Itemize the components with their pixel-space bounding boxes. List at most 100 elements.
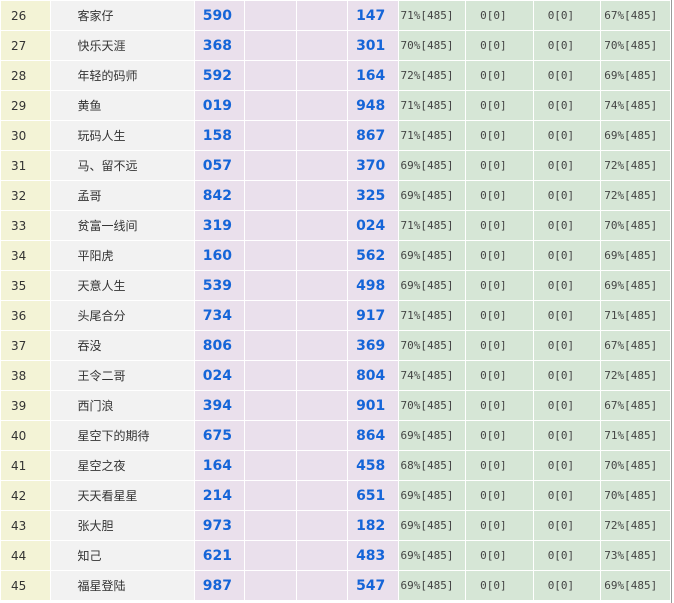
zero-1-cell: 0[0] <box>465 390 534 421</box>
number-2-cell[interactable]: 547 <box>347 570 399 601</box>
percent-2-cell: 70%[485] <box>600 30 671 61</box>
table-row: 29 黄鱼 019 948 71%[485] 0[0] 0[0] 74%[485… <box>0 90 671 121</box>
zero-1-cell: 0[0] <box>465 570 534 601</box>
empty-cell <box>244 570 297 601</box>
empty-cell <box>295 60 349 91</box>
number-1-cell[interactable]: 592 <box>193 60 246 91</box>
number-1-cell[interactable]: 019 <box>193 90 246 121</box>
name-cell: 玩码人生 <box>50 120 195 151</box>
number-2-cell[interactable]: 024 <box>347 210 399 241</box>
number-1-cell[interactable]: 394 <box>193 390 246 421</box>
empty-cell <box>295 210 349 241</box>
zero-2-cell: 0[0] <box>532 210 602 241</box>
number-2-cell[interactable]: 804 <box>347 360 399 391</box>
number-2-cell[interactable]: 948 <box>347 90 399 121</box>
number-1-cell[interactable]: 806 <box>193 330 246 361</box>
number-1-cell[interactable]: 158 <box>193 120 246 151</box>
number-2-cell[interactable]: 917 <box>347 300 399 331</box>
zero-2-cell: 0[0] <box>532 360 602 391</box>
number-1-cell[interactable]: 368 <box>193 30 246 61</box>
number-1-cell[interactable]: 164 <box>193 450 246 481</box>
number-1-cell[interactable]: 057 <box>193 150 246 181</box>
percent-1-cell: 71%[485] <box>397 300 467 331</box>
rank-cell: 27 <box>0 30 52 61</box>
name-cell: 马、留不远 <box>50 150 195 181</box>
empty-cell <box>244 300 297 331</box>
zero-1-cell: 0[0] <box>465 360 534 391</box>
percent-1-cell: 70%[485] <box>397 330 467 361</box>
number-1-cell[interactable]: 160 <box>193 240 246 271</box>
number-2-cell[interactable]: 867 <box>347 120 399 151</box>
zero-1-cell: 0[0] <box>465 150 534 181</box>
percent-1-cell: 69%[485] <box>397 180 467 211</box>
number-1-cell[interactable]: 675 <box>193 420 246 451</box>
number-2-cell[interactable]: 325 <box>347 180 399 211</box>
number-1-cell[interactable]: 539 <box>193 270 246 301</box>
percent-1-cell: 69%[485] <box>397 480 467 511</box>
name-cell: 天意人生 <box>50 270 195 301</box>
zero-1-cell: 0[0] <box>465 270 534 301</box>
percent-2-cell: 70%[485] <box>600 210 671 241</box>
table-row: 30 玩码人生 158 867 71%[485] 0[0] 0[0] 69%[4… <box>0 120 671 151</box>
number-2-cell[interactable]: 458 <box>347 450 399 481</box>
table-row: 27 快乐天涯 368 301 70%[485] 0[0] 0[0] 70%[4… <box>0 30 671 61</box>
zero-2-cell: 0[0] <box>532 30 602 61</box>
empty-cell <box>295 480 349 511</box>
name-cell: 快乐天涯 <box>50 30 195 61</box>
number-2-cell[interactable]: 483 <box>347 540 399 571</box>
percent-1-cell: 71%[485] <box>397 90 467 121</box>
number-1-cell[interactable]: 734 <box>193 300 246 331</box>
zero-1-cell: 0[0] <box>465 240 534 271</box>
empty-cell <box>295 150 349 181</box>
zero-1-cell: 0[0] <box>465 30 534 61</box>
zero-2-cell: 0[0] <box>532 420 602 451</box>
empty-cell <box>244 120 297 151</box>
percent-2-cell: 72%[485] <box>600 510 671 541</box>
zero-2-cell: 0[0] <box>532 480 602 511</box>
number-2-cell[interactable]: 164 <box>347 60 399 91</box>
name-cell: 平阳虎 <box>50 240 195 271</box>
percent-1-cell: 70%[485] <box>397 30 467 61</box>
empty-cell <box>244 360 297 391</box>
number-1-cell[interactable]: 214 <box>193 480 246 511</box>
number-2-cell[interactable]: 369 <box>347 330 399 361</box>
number-2-cell[interactable]: 182 <box>347 510 399 541</box>
percent-1-cell: 74%[485] <box>397 360 467 391</box>
percent-2-cell: 69%[485] <box>600 120 671 151</box>
empty-cell <box>295 180 349 211</box>
percent-2-cell: 70%[485] <box>600 450 671 481</box>
number-1-cell[interactable]: 621 <box>193 540 246 571</box>
percent-2-cell: 69%[485] <box>600 570 671 601</box>
number-2-cell[interactable]: 498 <box>347 270 399 301</box>
zero-1-cell: 0[0] <box>465 0 534 31</box>
number-2-cell[interactable]: 901 <box>347 390 399 421</box>
percent-2-cell: 73%[485] <box>600 540 671 571</box>
empty-cell <box>295 30 349 61</box>
percent-1-cell: 69%[485] <box>397 420 467 451</box>
number-2-cell[interactable]: 864 <box>347 420 399 451</box>
name-cell: 王令二哥 <box>50 360 195 391</box>
number-1-cell[interactable]: 973 <box>193 510 246 541</box>
number-2-cell[interactable]: 301 <box>347 30 399 61</box>
empty-cell <box>295 0 349 31</box>
number-1-cell[interactable]: 987 <box>193 570 246 601</box>
table-row: 26 客家仔 590 147 71%[485] 0[0] 0[0] 67%[48… <box>0 0 671 31</box>
name-cell: 星空下的期待 <box>50 420 195 451</box>
number-2-cell[interactable]: 651 <box>347 480 399 511</box>
number-1-cell[interactable]: 842 <box>193 180 246 211</box>
empty-cell <box>244 180 297 211</box>
table-row: 36 头尾合分 734 917 71%[485] 0[0] 0[0] 71%[4… <box>0 300 671 331</box>
number-1-cell[interactable]: 319 <box>193 210 246 241</box>
empty-cell <box>244 150 297 181</box>
number-1-cell[interactable]: 024 <box>193 360 246 391</box>
zero-2-cell: 0[0] <box>532 300 602 331</box>
zero-2-cell: 0[0] <box>532 180 602 211</box>
number-2-cell[interactable]: 370 <box>347 150 399 181</box>
table-row: 44 知己 621 483 69%[485] 0[0] 0[0] 73%[485… <box>0 540 671 571</box>
number-2-cell[interactable]: 562 <box>347 240 399 271</box>
number-2-cell[interactable]: 147 <box>347 0 399 31</box>
empty-cell <box>295 270 349 301</box>
table-row: 33 贫富一线间 319 024 71%[485] 0[0] 0[0] 70%[… <box>0 210 671 241</box>
rank-cell: 37 <box>0 330 52 361</box>
number-1-cell[interactable]: 590 <box>193 0 246 31</box>
